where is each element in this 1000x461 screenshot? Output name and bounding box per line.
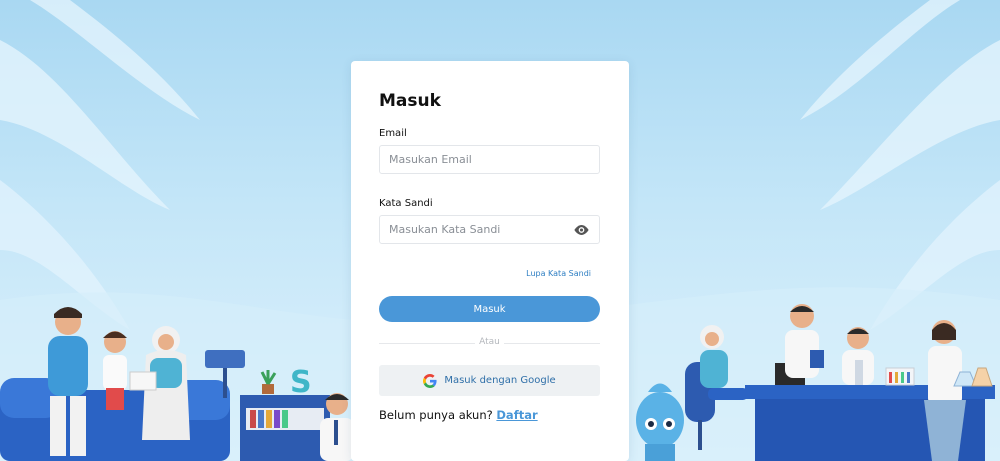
signup-prompt-text: Belum punya akun? [379, 408, 493, 422]
page-title: Masuk [379, 91, 441, 111]
divider: Atau [379, 337, 600, 349]
login-card: Masuk Email Kata Sandi Lupa Kata Sandi M… [351, 61, 629, 461]
login-button[interactable]: Masuk [379, 296, 600, 322]
google-icon [423, 373, 437, 388]
divider-label: Atau [479, 337, 500, 347]
password-label: Kata Sandi [379, 198, 433, 209]
signup-link[interactable]: Daftar [496, 408, 537, 422]
forgot-password-link[interactable]: Lupa Kata Sandi [526, 269, 591, 278]
eye-icon[interactable] [573, 223, 590, 237]
password-field [379, 215, 600, 244]
google-login-label: Masuk dengan Google [444, 375, 556, 386]
email-label: Email [379, 128, 407, 139]
email-input[interactable] [380, 146, 599, 173]
password-input[interactable] [380, 216, 599, 243]
google-login-button[interactable]: Masuk dengan Google [379, 365, 600, 396]
divider-line-right [504, 343, 600, 344]
signup-prompt: Belum punya akun? Daftar [379, 408, 538, 422]
email-field [379, 145, 600, 174]
